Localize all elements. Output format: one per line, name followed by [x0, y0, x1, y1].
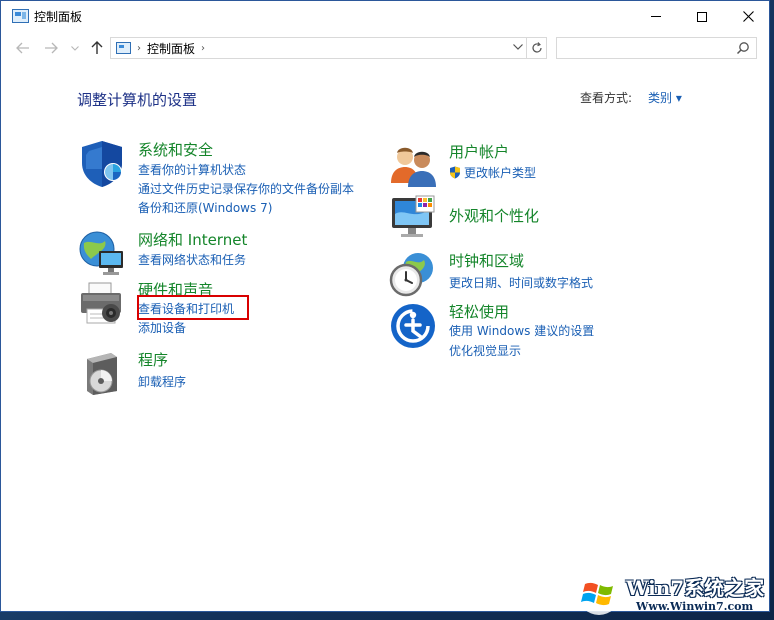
address-bar[interactable]: › 控制面板 ›	[110, 37, 527, 59]
page-title: 调整计算机的设置	[77, 91, 198, 109]
control-panel-icon	[116, 42, 131, 54]
shield-icon[interactable]	[77, 139, 127, 189]
monitor-palette-icon[interactable]	[388, 194, 438, 244]
search-icon[interactable]	[736, 41, 750, 55]
minimize-icon	[651, 16, 661, 17]
breadcrumb-separator: ›	[137, 42, 141, 54]
search-input[interactable]	[561, 38, 731, 58]
forward-button[interactable]	[41, 38, 61, 58]
ease-of-access-icon[interactable]	[388, 301, 438, 351]
users-icon[interactable]	[388, 141, 438, 191]
window-title: 控制面板	[34, 10, 83, 24]
windows-logo-icon	[578, 573, 620, 615]
category-title-appearance[interactable]: 外观和个性化	[449, 205, 539, 226]
refresh-button[interactable]	[527, 37, 547, 59]
view-by-label: 查看方式:	[580, 91, 633, 105]
uac-shield-icon	[450, 166, 460, 179]
link-file-history-backup[interactable]: 通过文件历史记录保存你的文件备份副本	[138, 180, 354, 197]
network-globe-icon[interactable]	[77, 229, 127, 279]
category-title-network[interactable]: 网络和 Internet	[138, 229, 247, 250]
view-by-dropdown[interactable]: 类别 ▾	[648, 89, 682, 106]
link-view-computer-status[interactable]: 查看你的计算机状态	[138, 161, 246, 178]
link-backup-restore[interactable]: 备份和还原(Windows 7)	[138, 199, 272, 216]
minimize-button[interactable]	[633, 1, 679, 32]
navigation-bar: › 控制面板 ›	[1, 32, 769, 64]
control-panel-window: 控制面板 › 控制面板 › 调整计算机的设置 查看方式: 类别 ▾ 系统和安全 …	[0, 0, 770, 612]
category-title-system-security[interactable]: 系统和安全	[138, 139, 213, 160]
control-panel-icon	[12, 9, 29, 23]
link-change-account-type-label: 更改帐户类型	[464, 166, 537, 180]
title-bar[interactable]: 控制面板	[1, 1, 769, 32]
site-watermark: Win7系统之家 Www.Winwin7.com	[576, 570, 774, 618]
chevron-down-icon	[513, 44, 523, 50]
link-add-device[interactable]: 添加设备	[138, 319, 186, 336]
back-button[interactable]	[13, 38, 33, 58]
link-network-status[interactable]: 查看网络状态和任务	[138, 251, 246, 268]
refresh-icon	[531, 42, 542, 53]
category-title-programs[interactable]: 程序	[138, 349, 168, 370]
link-uninstall-program[interactable]: 卸载程序	[138, 373, 186, 390]
programs-disc-icon[interactable]	[77, 349, 127, 399]
maximize-icon	[697, 11, 707, 22]
category-title-clock-region[interactable]: 时钟和区域	[449, 250, 524, 271]
close-icon	[742, 11, 754, 22]
breadcrumb-control-panel[interactable]: 控制面板	[147, 40, 195, 57]
watermark-title: Win7系统之家	[626, 576, 765, 600]
link-optimize-visual-display[interactable]: 优化视觉显示	[449, 342, 521, 359]
watermark-url: Www.Winwin7.com	[636, 600, 754, 613]
link-windows-recommended-settings[interactable]: 使用 Windows 建议的设置	[449, 322, 594, 339]
maximize-button[interactable]	[679, 1, 725, 32]
link-change-account-type[interactable]: 更改帐户类型	[449, 164, 536, 181]
category-title-user-accounts[interactable]: 用户帐户	[449, 141, 509, 162]
printer-icon[interactable]	[77, 279, 127, 329]
address-history-button[interactable]	[513, 40, 523, 53]
link-change-date-time-format[interactable]: 更改日期、时间或数字格式	[449, 274, 593, 291]
arrow-left-icon	[16, 42, 29, 54]
recent-locations-button[interactable]	[65, 38, 85, 58]
highlight-box	[137, 295, 249, 320]
chevron-down-icon	[71, 45, 79, 51]
arrow-up-icon	[91, 41, 103, 54]
up-button[interactable]	[87, 38, 107, 58]
close-button[interactable]	[725, 1, 771, 32]
breadcrumb-separator[interactable]: ›	[201, 43, 205, 54]
search-box[interactable]	[556, 37, 757, 59]
arrow-right-icon	[45, 42, 58, 54]
category-title-ease-of-access[interactable]: 轻松使用	[449, 301, 509, 322]
clock-globe-icon[interactable]	[388, 250, 438, 300]
